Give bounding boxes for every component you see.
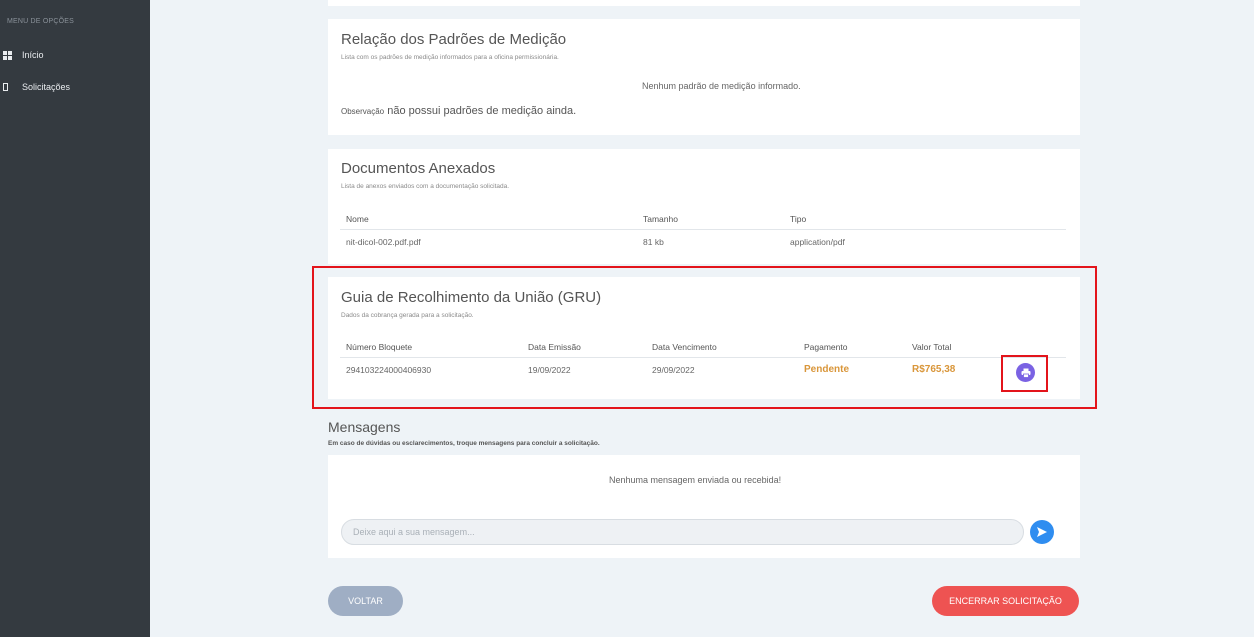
col-header-tipo: Tipo <box>790 214 807 224</box>
highlight-gru-box <box>312 266 1097 409</box>
close-request-button[interactable]: ENCERRAR SOLICITAÇÃO <box>932 586 1079 616</box>
anexos-title: Documentos Anexados <box>341 160 496 177</box>
obs-label: Observação <box>341 107 385 116</box>
padroes-subtitle: Lista com os padrões de medição informad… <box>341 54 559 61</box>
sidebar-item-inicio[interactable]: Início <box>3 47 44 63</box>
send-button[interactable] <box>1030 520 1054 544</box>
col-header-nome: Nome <box>346 214 369 224</box>
padroes-title: Relação dos Padrões de Medição <box>341 31 567 48</box>
padroes-observacao: Observação não possui padrões de medição… <box>341 105 576 117</box>
padroes-empty: Nenhum padrão de medição informado. <box>642 81 801 91</box>
back-button[interactable]: VOLTAR <box>328 586 403 616</box>
anexo-tamanho: 81 kb <box>643 237 664 247</box>
top-card <box>328 0 1080 6</box>
anexo-tipo: application/pdf <box>790 237 845 247</box>
dashboard-icon <box>3 50 12 60</box>
sidebar: MENU DE OPÇÕES Início Solicitações <box>0 0 150 637</box>
send-icon <box>1037 527 1047 537</box>
message-input[interactable] <box>341 519 1024 545</box>
anexo-nome[interactable]: nit-dicol-002.pdf.pdf <box>346 237 421 247</box>
col-header-tamanho: Tamanho <box>643 214 678 224</box>
padroes-card: Relação dos Padrões de Medição Lista com… <box>328 19 1080 135</box>
mensagens-title: Mensagens <box>328 419 401 435</box>
obs-text: não possui padrões de medição ainda. <box>387 105 577 117</box>
highlight-print-box <box>1001 355 1048 392</box>
mensagens-subtitle: Em caso de dúvidas ou esclarecimentos, t… <box>328 440 600 447</box>
sidebar-title: MENU DE OPÇÕES <box>7 18 74 25</box>
sidebar-item-solicitacoes[interactable]: Solicitações <box>3 79 70 95</box>
anexos-subtitle: Lista de anexos enviados com a documenta… <box>341 183 510 190</box>
sidebar-item-label: Solicitações <box>22 82 71 92</box>
anexos-card: Documentos Anexados Lista de anexos envi… <box>328 149 1080 264</box>
mensagens-empty: Nenhuma mensagem enviada ou recebida! <box>609 475 782 485</box>
document-icon <box>3 83 8 91</box>
main-content: Relação dos Padrões de Medição Lista com… <box>150 0 1254 637</box>
sidebar-item-label: Início <box>22 50 44 60</box>
table-divider <box>340 229 1066 230</box>
